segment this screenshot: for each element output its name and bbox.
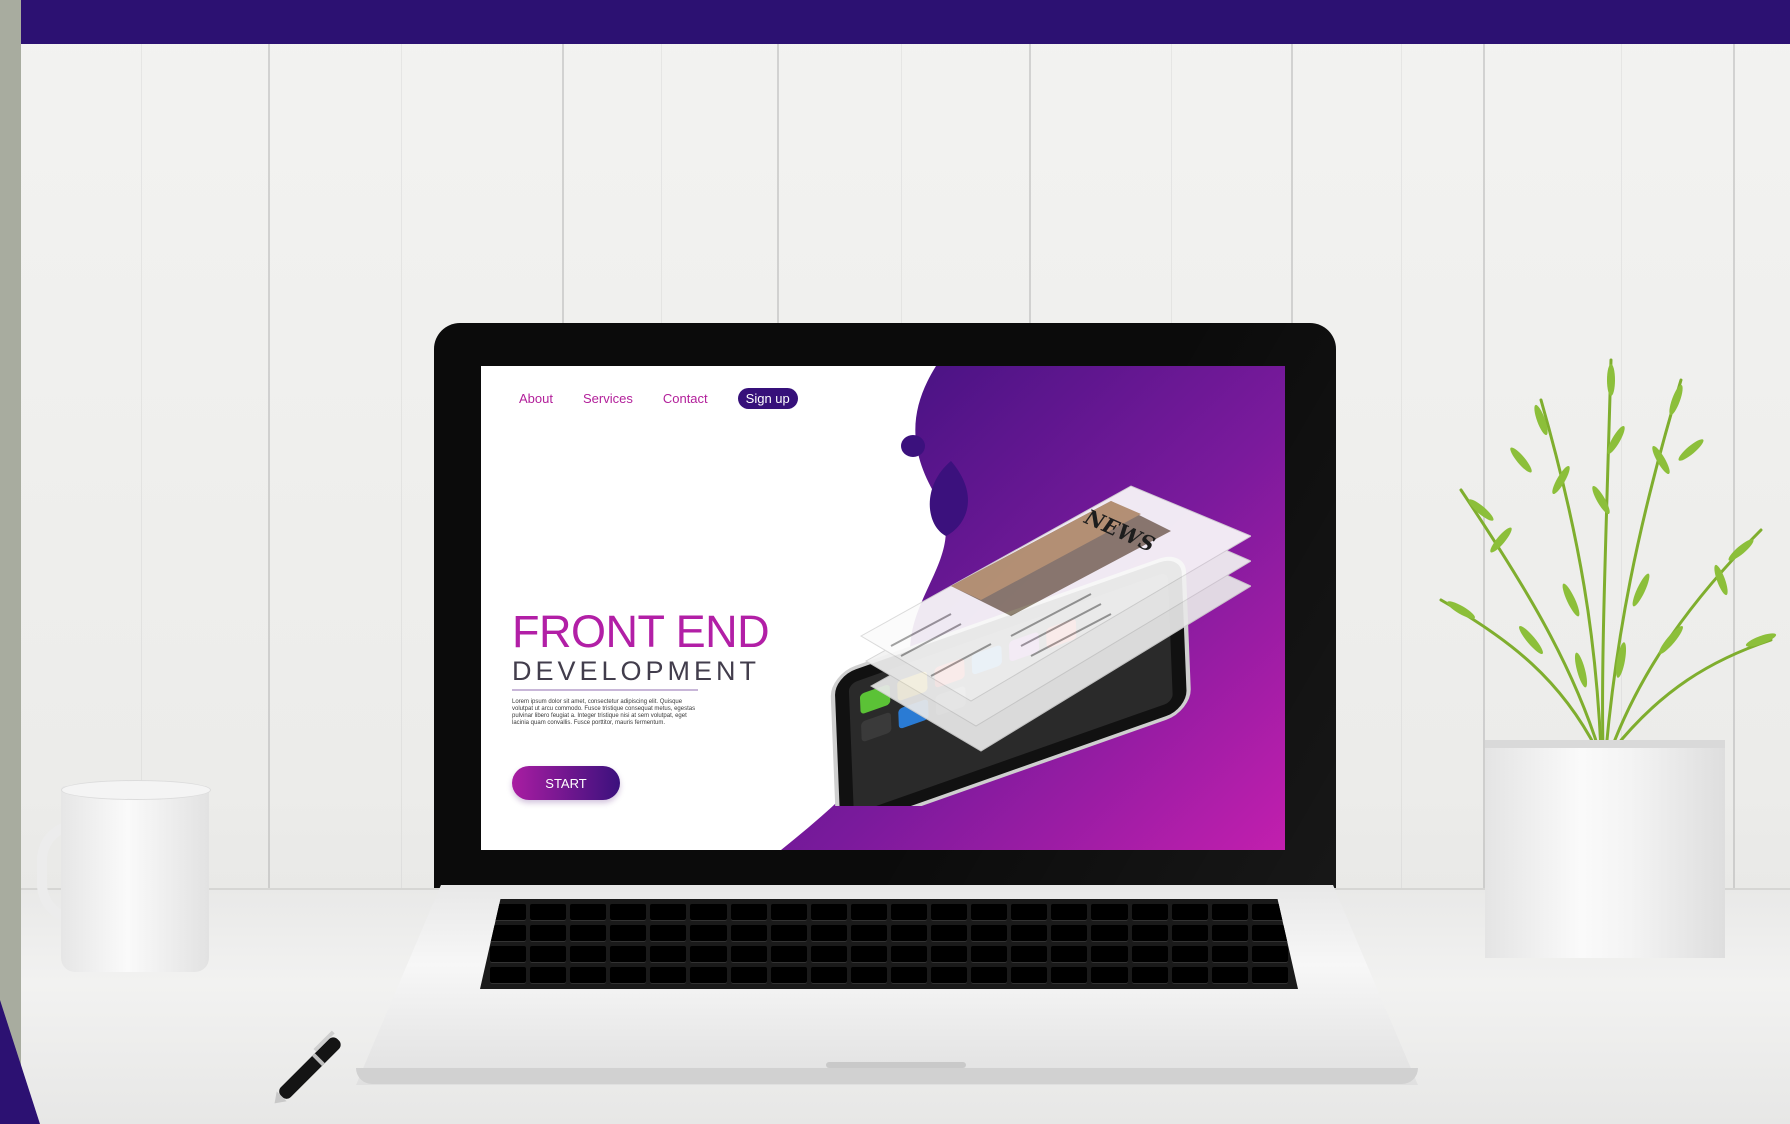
start-button[interactable]: START xyxy=(512,766,620,800)
hero-body-text: Lorem ipsum dolor sit amet, consectetur … xyxy=(512,699,696,726)
plant-leaves xyxy=(1439,358,1777,752)
coffee-mug xyxy=(61,786,209,972)
nav-services-link[interactable]: Services xyxy=(583,391,633,406)
wall-plank-seam xyxy=(268,44,270,894)
landing-nav: About Services Contact Sign up xyxy=(519,388,798,409)
mug-rim xyxy=(61,780,211,800)
hero-title: FRONT END xyxy=(512,606,770,657)
left-margin xyxy=(0,0,21,1124)
hero-divider xyxy=(512,689,698,691)
wall-grain xyxy=(1401,44,1402,894)
hero-subtitle: DEVELOPMENT xyxy=(512,656,761,686)
phone-mockup xyxy=(830,485,1251,806)
laptop-opening-notch xyxy=(826,1062,966,1068)
wall-grain xyxy=(141,44,142,894)
laptop-keyboard xyxy=(480,899,1298,989)
wall-grain xyxy=(401,44,402,894)
laptop-screen: NEWS About Services Contact Sign up FRON… xyxy=(481,366,1285,850)
corner-accent xyxy=(0,1000,40,1124)
laptop-base-lip xyxy=(356,1068,1418,1084)
pen xyxy=(274,1030,341,1104)
signup-button[interactable]: Sign up xyxy=(737,388,798,409)
nav-about-link[interactable]: About xyxy=(519,391,553,406)
plant-pot xyxy=(1485,748,1725,958)
top-banner xyxy=(21,0,1790,44)
nav-contact-link[interactable]: Contact xyxy=(663,391,708,406)
